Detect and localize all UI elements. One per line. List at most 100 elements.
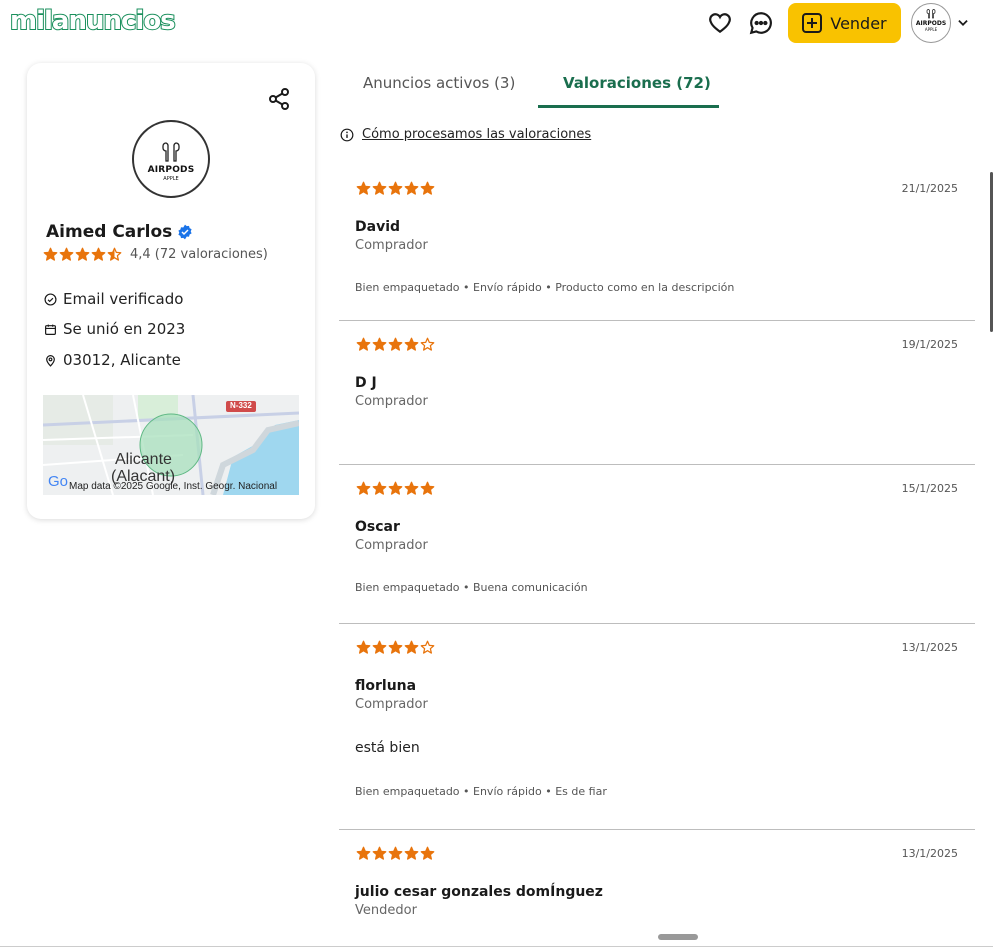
star-half-icon: [107, 247, 122, 261]
star-empty-icon: [420, 337, 435, 351]
star-filled-icon: [356, 181, 371, 195]
joined-text: Se unió en 2023: [63, 320, 186, 338]
map-attribution: Map data ©2025 Google, Inst. Geogr. Naci…: [69, 481, 278, 492]
ratings-info-text[interactable]: Cómo procesamos las valoraciones: [362, 127, 591, 142]
airpods-icon: [926, 9, 936, 19]
email-verified-text: Email verificado: [63, 290, 184, 308]
review-item: 21/1/2025 David Comprador Bien empaqueta…: [339, 165, 975, 321]
star-filled-icon: [420, 846, 435, 860]
star-filled-icon: [420, 481, 435, 495]
ratings-info-link[interactable]: Cómo procesamos las valoraciones: [340, 127, 591, 142]
tab-active-ads[interactable]: Anuncios activos (3): [363, 74, 515, 92]
review-item: 13/1/2025 julio cesar gonzales domÍnguez…: [339, 830, 975, 940]
review-tags: Bien empaquetado • Envío rápido • Produc…: [355, 281, 735, 294]
profile-avatar: AIRPODS APPLE: [132, 120, 210, 198]
star-filled-icon: [372, 640, 387, 654]
profile-name: Aimed Carlos: [46, 222, 173, 242]
location-map[interactable]: N-332 Alicante (Alacant) Go Map data ©20…: [43, 395, 299, 495]
location-pin-icon: [46, 354, 55, 367]
star-filled-icon: [404, 337, 419, 351]
email-verified-row: Email verificado: [44, 290, 183, 308]
review-date: 21/1/2025: [901, 182, 958, 195]
star-filled-icon: [356, 846, 371, 860]
review-comment: está bien: [355, 740, 420, 756]
road-label: N-332: [230, 401, 252, 410]
star-filled-icon: [75, 247, 90, 261]
star-filled-icon: [356, 337, 371, 351]
star-filled-icon: [388, 337, 403, 351]
review-stars: [356, 337, 435, 352]
review-date: 13/1/2025: [901, 847, 958, 860]
location-text: 03012, Alicante: [63, 351, 181, 369]
rating-stars: [43, 247, 122, 262]
share-icon[interactable]: [267, 87, 291, 111]
star-filled-icon: [356, 640, 371, 654]
top-bar: milanuncios Vender AIRPODS APPLE: [0, 0, 993, 48]
review-tags: Bien empaquetado • Buena comunicación: [355, 581, 588, 594]
star-filled-icon: [404, 181, 419, 195]
airpods-icon: [162, 141, 180, 162]
star-filled-icon: [372, 846, 387, 860]
reviewer-name: florluna: [355, 678, 417, 694]
star-filled-icon: [388, 846, 403, 860]
sell-button[interactable]: Vender: [788, 3, 901, 43]
map-city-label: Alicante: [115, 451, 172, 468]
star-filled-icon: [372, 181, 387, 195]
profile-name-row: Aimed Carlos: [46, 222, 193, 242]
review-item: 13/1/2025 florluna Comprador está bien B…: [339, 624, 975, 830]
info-icon: [340, 128, 354, 141]
review-date: 15/1/2025: [901, 482, 958, 495]
avatar-title: AIRPODS: [147, 164, 195, 175]
google-logo: Go: [48, 473, 69, 490]
reviews-list: 21/1/2025 David Comprador Bien empaqueta…: [339, 165, 975, 940]
review-stars: [356, 181, 435, 196]
location-row: 03012, Alicante: [44, 351, 181, 369]
verified-badge-icon: [178, 224, 192, 240]
drag-handle[interactable]: [658, 934, 698, 940]
user-avatar[interactable]: AIRPODS APPLE: [911, 3, 951, 43]
avatar-subtitle: APPLE: [924, 27, 938, 32]
active-tab-indicator: [538, 105, 719, 108]
review-stars: [356, 846, 435, 861]
star-filled-icon: [420, 181, 435, 195]
check-badge-icon: [44, 292, 57, 306]
profile-rating: 4,4 (72 valoraciones): [43, 247, 268, 262]
star-filled-icon: [404, 640, 419, 654]
reviewer-role: Vendedor: [355, 903, 417, 918]
star-filled-icon: [372, 337, 387, 351]
star-filled-icon: [59, 247, 74, 261]
calendar-icon: [45, 324, 56, 335]
chat-icon[interactable]: [748, 10, 774, 36]
reviewer-name: D J: [355, 375, 377, 391]
review-item: 19/1/2025 D J Comprador: [339, 321, 975, 465]
star-filled-icon: [388, 481, 403, 495]
star-empty-icon: [420, 640, 435, 654]
reviewer-role: Comprador: [355, 697, 428, 712]
star-filled-icon: [404, 846, 419, 860]
review-date: 13/1/2025: [901, 641, 958, 654]
star-filled-icon: [372, 481, 387, 495]
review-item: 15/1/2025 Oscar Comprador Bien empaqueta…: [339, 465, 975, 624]
review-stars: [356, 640, 435, 655]
bottom-divider: [0, 946, 993, 947]
reviewer-name: Oscar: [355, 519, 400, 535]
chevron-down-icon[interactable]: [956, 16, 970, 30]
tab-ratings[interactable]: Valoraciones (72): [563, 74, 711, 92]
avatar-subtitle: APPLE: [163, 175, 179, 182]
sell-button-label: Vender: [830, 13, 887, 33]
reviewer-role: Comprador: [355, 238, 428, 253]
milanuncios-logo[interactable]: milanuncios: [9, 5, 177, 37]
star-filled-icon: [356, 481, 371, 495]
review-tags: Bien empaquetado • Envío rápido • Es de …: [355, 785, 607, 798]
star-filled-icon: [388, 181, 403, 195]
star-filled-icon: [43, 247, 58, 261]
reviewer-name: David: [355, 219, 401, 235]
avatar-title: AIRPODS: [915, 20, 947, 27]
reviewer-role: Comprador: [355, 538, 428, 553]
star-filled-icon: [404, 481, 419, 495]
favorites-heart-icon[interactable]: [707, 10, 733, 36]
review-stars: [356, 481, 435, 496]
profile-card: AIRPODS APPLE Aimed Carlos 4,4 (72 valor…: [27, 63, 315, 519]
star-filled-icon: [91, 247, 106, 261]
star-filled-icon: [388, 640, 403, 654]
